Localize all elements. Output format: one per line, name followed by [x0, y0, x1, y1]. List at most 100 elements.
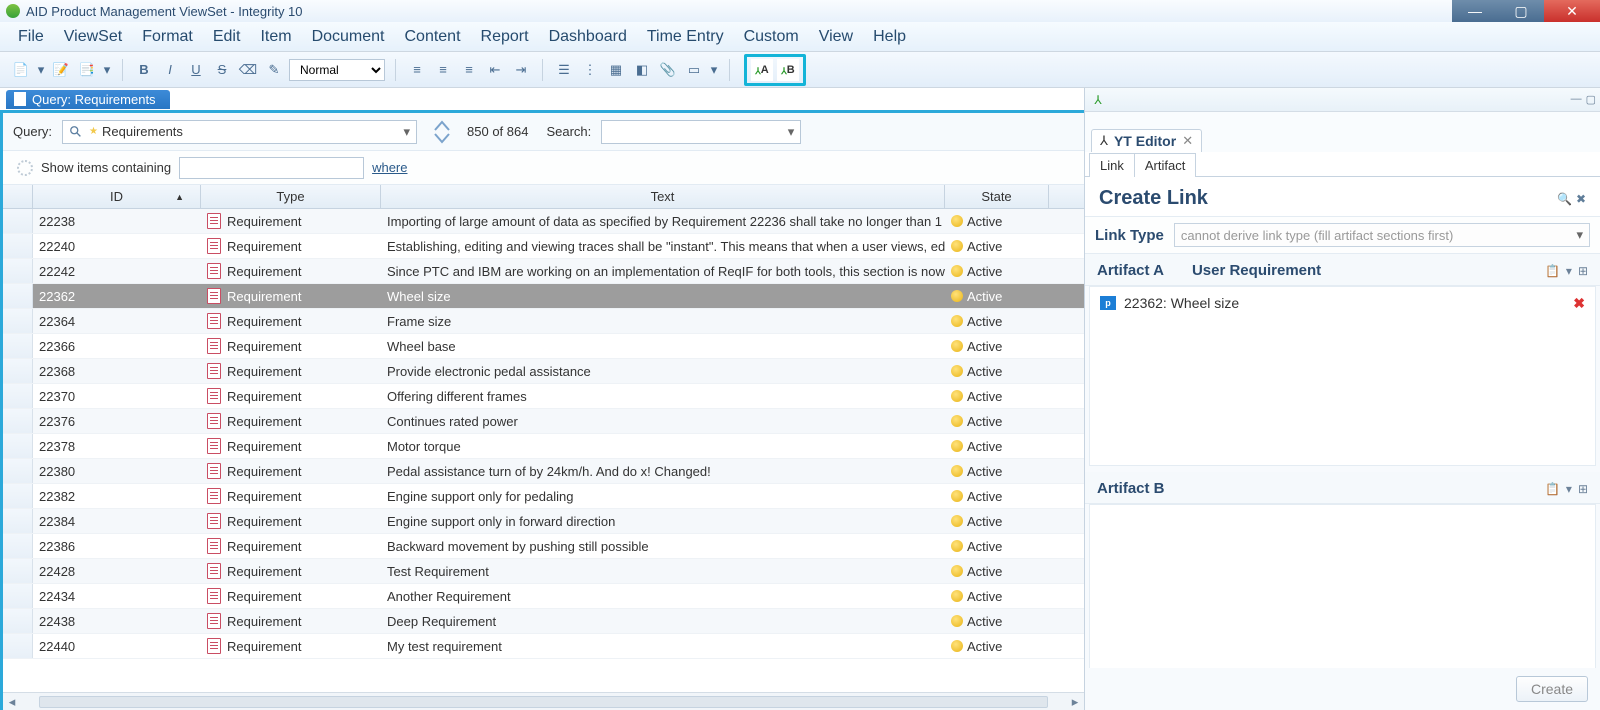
- filter-input[interactable]: [179, 157, 364, 179]
- yt-editor-tab[interactable]: ⅄ YT Editor ✕: [1091, 129, 1202, 152]
- table-button[interactable]: ▦: [605, 59, 627, 81]
- table-row[interactable]: 22368RequirementProvide electronic pedal…: [3, 359, 1084, 384]
- bulleted-list-button[interactable]: ⋮: [579, 59, 601, 81]
- row-header-cell[interactable]: [3, 359, 33, 383]
- outdent-button[interactable]: ⇤: [484, 59, 506, 81]
- row-header-cell[interactable]: [3, 409, 33, 433]
- results-grid[interactable]: ID▲ Type Text State 22238RequirementImpo…: [3, 185, 1084, 692]
- search-select[interactable]: ▾: [601, 120, 801, 144]
- search-icon[interactable]: 🔍: [1557, 192, 1572, 206]
- numbered-list-button[interactable]: ☰: [553, 59, 575, 81]
- tab-artifact[interactable]: Artifact: [1135, 153, 1196, 177]
- copy-doc-icon[interactable]: 📑: [76, 59, 98, 81]
- query-select[interactable]: ★ Requirements ▾: [62, 120, 417, 144]
- table-row[interactable]: 22378RequirementMotor torqueActive: [3, 434, 1084, 459]
- edit-icon[interactable]: 📝: [50, 59, 72, 81]
- artifact-a-dropzone[interactable]: p 22362: Wheel size ✖: [1089, 286, 1596, 466]
- tab-link[interactable]: Link: [1089, 153, 1135, 177]
- dropdown-caret-icon[interactable]: ▾: [709, 59, 719, 81]
- table-row[interactable]: 22384RequirementEngine support only in f…: [3, 509, 1084, 534]
- row-header-cell[interactable]: [3, 459, 33, 483]
- table-row[interactable]: 22238RequirementImporting of large amoun…: [3, 209, 1084, 234]
- menu-edit[interactable]: Edit: [203, 24, 251, 50]
- indent-button[interactable]: ⇥: [510, 59, 532, 81]
- window-close-button[interactable]: ✕: [1544, 0, 1600, 22]
- table-row[interactable]: 22428RequirementTest RequirementActive: [3, 559, 1084, 584]
- underline-button[interactable]: U: [185, 59, 207, 81]
- insert-object-button[interactable]: ◧: [631, 59, 653, 81]
- scrollbar-thumb[interactable]: [39, 696, 1048, 708]
- table-row[interactable]: 22242RequirementSince PTC and IBM are wo…: [3, 259, 1084, 284]
- row-header-cell[interactable]: [3, 284, 33, 308]
- table-row[interactable]: 22434RequirementAnother RequirementActiv…: [3, 584, 1084, 609]
- italic-button[interactable]: I: [159, 59, 181, 81]
- artifact-b-dropzone[interactable]: [1089, 504, 1596, 668]
- window-minimize-button[interactable]: —: [1452, 0, 1498, 22]
- table-row[interactable]: 22440RequirementMy test requirementActiv…: [3, 634, 1084, 659]
- where-link[interactable]: where: [372, 160, 407, 175]
- row-header-cell[interactable]: [3, 259, 33, 283]
- align-center-button[interactable]: ≡: [432, 59, 454, 81]
- link-type-select[interactable]: cannot derive link type (fill artifact s…: [1174, 223, 1590, 247]
- column-state[interactable]: State: [945, 185, 1049, 208]
- menu-file[interactable]: File: [8, 24, 54, 50]
- table-row[interactable]: 22382RequirementEngine support only for …: [3, 484, 1084, 509]
- menu-content[interactable]: Content: [394, 24, 470, 50]
- scroll-right-icon[interactable]: ▸: [1066, 694, 1084, 710]
- table-row[interactable]: 22364RequirementFrame sizeActive: [3, 309, 1084, 334]
- row-header-cell[interactable]: [3, 609, 33, 633]
- clear-formatting-button[interactable]: ⌫: [237, 59, 259, 81]
- menu-viewset[interactable]: ViewSet: [54, 24, 132, 50]
- row-header-cell[interactable]: [3, 559, 33, 583]
- menu-document[interactable]: Document: [302, 24, 395, 50]
- window-maximize-button[interactable]: ▢: [1498, 0, 1544, 22]
- table-row[interactable]: 22370RequirementOffering different frame…: [3, 384, 1084, 409]
- highlight-button[interactable]: ✎: [263, 59, 285, 81]
- bold-button[interactable]: B: [133, 59, 155, 81]
- chevron-down-icon[interactable]: ▾: [1566, 264, 1572, 278]
- menu-item[interactable]: Item: [250, 24, 301, 50]
- remove-artifact-button[interactable]: ✖: [1573, 295, 1585, 312]
- new-doc-icon[interactable]: 📄: [10, 59, 32, 81]
- row-navigator[interactable]: [433, 120, 451, 144]
- table-row[interactable]: 22386RequirementBackward movement by pus…: [3, 534, 1084, 559]
- table-row[interactable]: 22240RequirementEstablishing, editing an…: [3, 234, 1084, 259]
- add-icon[interactable]: ⊞: [1578, 482, 1588, 496]
- chevron-down-icon[interactable]: ▾: [1566, 482, 1572, 496]
- insert-attachment-button[interactable]: 📎: [657, 59, 679, 81]
- delete-icon[interactable]: ✖: [1576, 192, 1586, 206]
- query-tab[interactable]: Query: Requirements: [6, 90, 170, 109]
- table-row[interactable]: 22438RequirementDeep RequirementActive: [3, 609, 1084, 634]
- dropdown-caret-icon[interactable]: ▾: [36, 59, 46, 81]
- row-header-cell[interactable]: [3, 534, 33, 558]
- yt-artifact-a-button[interactable]: ⅄A: [751, 59, 773, 81]
- table-row[interactable]: 22366RequirementWheel baseActive: [3, 334, 1084, 359]
- insert-image-button[interactable]: ▭: [683, 59, 705, 81]
- table-row[interactable]: 22376RequirementContinues rated powerAct…: [3, 409, 1084, 434]
- dropdown-caret-icon[interactable]: ▾: [102, 59, 112, 81]
- menu-dashboard[interactable]: Dashboard: [539, 24, 637, 50]
- row-header-cell[interactable]: [3, 384, 33, 408]
- row-header-cell[interactable]: [3, 509, 33, 533]
- paragraph-style-select[interactable]: Normal: [289, 59, 385, 81]
- column-text[interactable]: Text: [381, 185, 945, 208]
- row-header-cell[interactable]: [3, 334, 33, 358]
- strikethrough-button[interactable]: S: [211, 59, 233, 81]
- menu-time-entry[interactable]: Time Entry: [637, 24, 734, 50]
- column-id[interactable]: ID▲: [33, 185, 201, 208]
- table-row[interactable]: 22362RequirementWheel sizeActive: [3, 284, 1084, 309]
- artifact-a-item[interactable]: p 22362: Wheel size: [1100, 295, 1585, 311]
- row-header-column[interactable]: [3, 185, 33, 208]
- paste-icon[interactable]: 📋: [1545, 482, 1560, 496]
- add-icon[interactable]: ⊞: [1578, 264, 1588, 278]
- column-type[interactable]: Type: [201, 185, 381, 208]
- align-right-button[interactable]: ≡: [458, 59, 480, 81]
- yt-artifact-b-button[interactable]: ⅄B: [777, 59, 799, 81]
- minimize-pane-button[interactable]: —: [1571, 93, 1582, 106]
- row-header-cell[interactable]: [3, 234, 33, 258]
- paste-icon[interactable]: 📋: [1545, 264, 1560, 278]
- row-header-cell[interactable]: [3, 309, 33, 333]
- menu-view[interactable]: View: [809, 24, 863, 50]
- align-left-button[interactable]: ≡: [406, 59, 428, 81]
- create-button[interactable]: Create: [1516, 676, 1588, 702]
